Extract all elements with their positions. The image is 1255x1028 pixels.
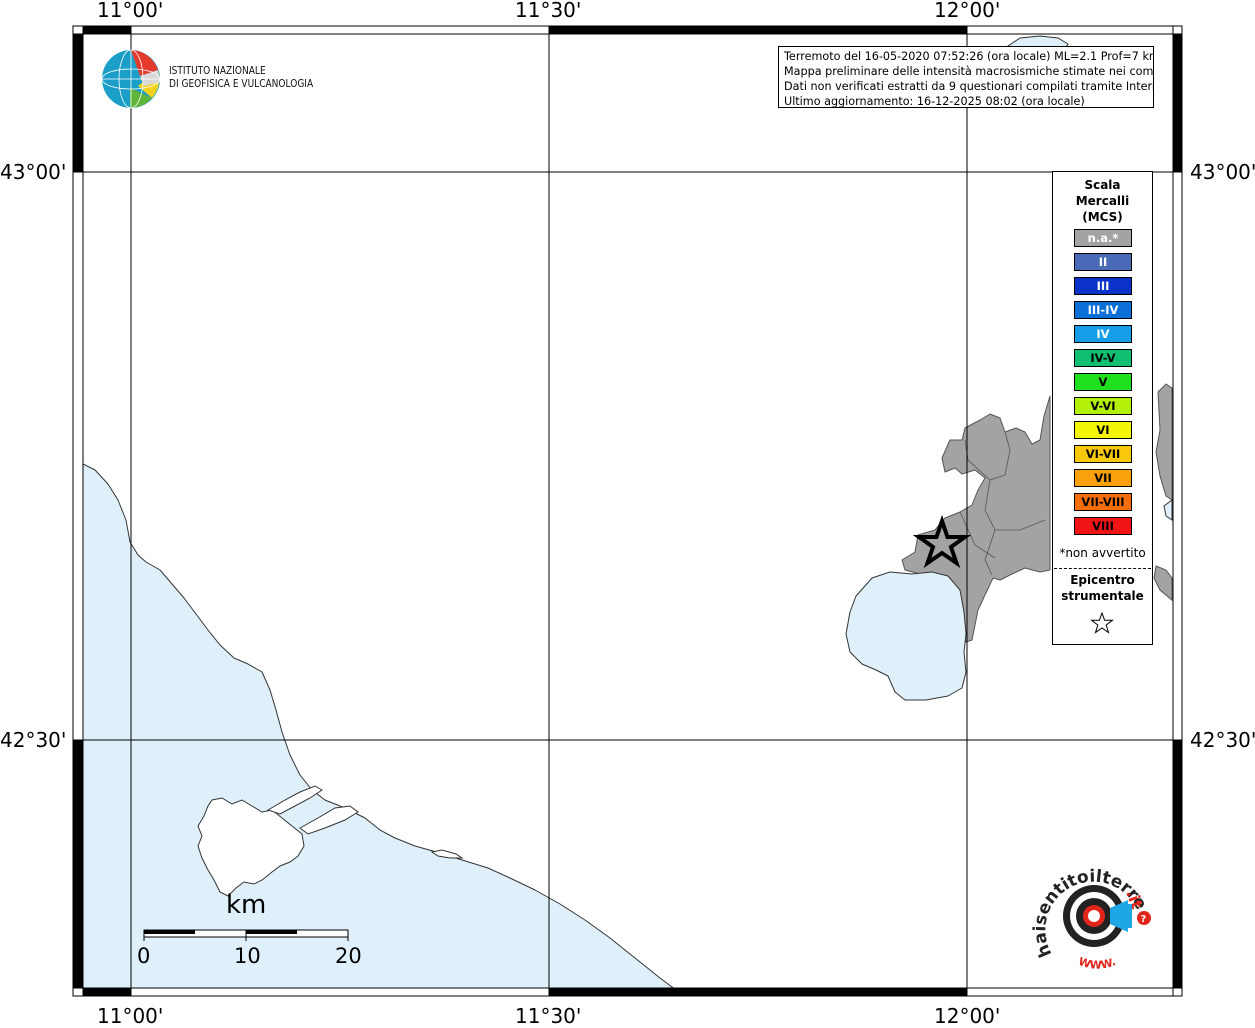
event-info-line: Terremoto del 16-05-2020 07:52:26 (ora l… — [784, 50, 1154, 63]
haisentitoilterremoto-logo-icon: haisentitoilterremoto .it WWW. ? — [1030, 858, 1151, 972]
legend-swatch: VI-VII — [1074, 445, 1132, 463]
map-canvas: 11°00' 11°30' 12°00' 11°00' 11°30' 12°00… — [0, 0, 1255, 1028]
logo-text-www: WWW. — [1077, 955, 1118, 972]
lat-label-left: 43°00' — [0, 160, 67, 184]
svg-text:WWW.: WWW. — [1077, 955, 1118, 972]
legend-swatch: VIII — [1074, 517, 1132, 535]
legend-epicenter-line: strumentale — [1061, 589, 1144, 603]
legend-swatch: n.a.* — [1074, 229, 1132, 247]
ingv-globe-icon — [101, 49, 161, 109]
lat-label-right: 42°30' — [1190, 728, 1255, 752]
lon-label-top: 12°00' — [934, 0, 1001, 22]
legend-swatch: IV — [1074, 325, 1132, 343]
event-info-line: Mappa preliminare delle intensità macros… — [784, 65, 1154, 78]
scale-tick-label: 10 — [234, 944, 261, 968]
legend-title-line: (MCS) — [1082, 210, 1123, 224]
legend-divider — [1054, 568, 1151, 569]
legend-swatch: III — [1074, 277, 1132, 295]
svg-text:?: ? — [1141, 914, 1147, 925]
legend-swatch: II — [1074, 253, 1132, 271]
lon-label-bottom: 12°00' — [934, 1004, 1001, 1028]
scale-unit: km — [226, 890, 267, 920]
event-info-box: Terremoto del 16-05-2020 07:52:26 (ora l… — [778, 46, 1154, 108]
legend-swatch: VII — [1074, 469, 1132, 487]
legend-title: Scala Mercalli (MCS) — [1053, 177, 1152, 225]
legend-title-line: Scala — [1084, 178, 1121, 192]
event-info-line: Dati non verificati estratti da 9 questi… — [784, 80, 1154, 93]
legend-epicenter-label: Epicentro strumentale — [1053, 572, 1152, 604]
lat-label-right: 43°00' — [1190, 160, 1255, 184]
legend-epicenter-line: Epicentro — [1070, 573, 1135, 587]
ingv-name-line1: ISTITUTO NAZIONALE — [169, 64, 266, 77]
lon-label-bottom: 11°00' — [97, 1004, 164, 1028]
scale-tick-label: 20 — [335, 944, 362, 968]
scale-tick-label: 0 — [137, 944, 151, 968]
mcs-legend: Scala Mercalli (MCS) n.a.* II III III-IV IV I… — [1052, 171, 1153, 645]
ingv-name: ISTITUTO NAZIONALE DI GEOFISICA E VULCAN… — [169, 64, 313, 90]
star-icon — [1090, 612, 1114, 634]
lon-label-top: 11°00' — [97, 0, 164, 22]
legend-swatch: VI — [1074, 421, 1132, 439]
legend-swatch: III-IV — [1074, 301, 1132, 319]
legend-swatch: V-VI — [1074, 397, 1132, 415]
lat-label-left: 42°30' — [0, 728, 67, 752]
legend-swatch: V — [1074, 373, 1132, 391]
ingv-name-line2: DI GEOFISICA E VULCANOLOGIA — [169, 77, 314, 90]
legend-swatch: IV-V — [1074, 349, 1132, 367]
event-info-line: Ultimo aggiornamento: 16-12-2025 08:02 (… — [784, 95, 1085, 108]
legend-title-line: Mercalli — [1075, 194, 1130, 208]
legend-note: *non avvertito — [1059, 546, 1146, 560]
lon-label-top: 11°30' — [515, 0, 582, 22]
legend-swatch: VII-VIII — [1074, 493, 1132, 511]
lon-label-bottom: 11°30' — [515, 1004, 582, 1028]
